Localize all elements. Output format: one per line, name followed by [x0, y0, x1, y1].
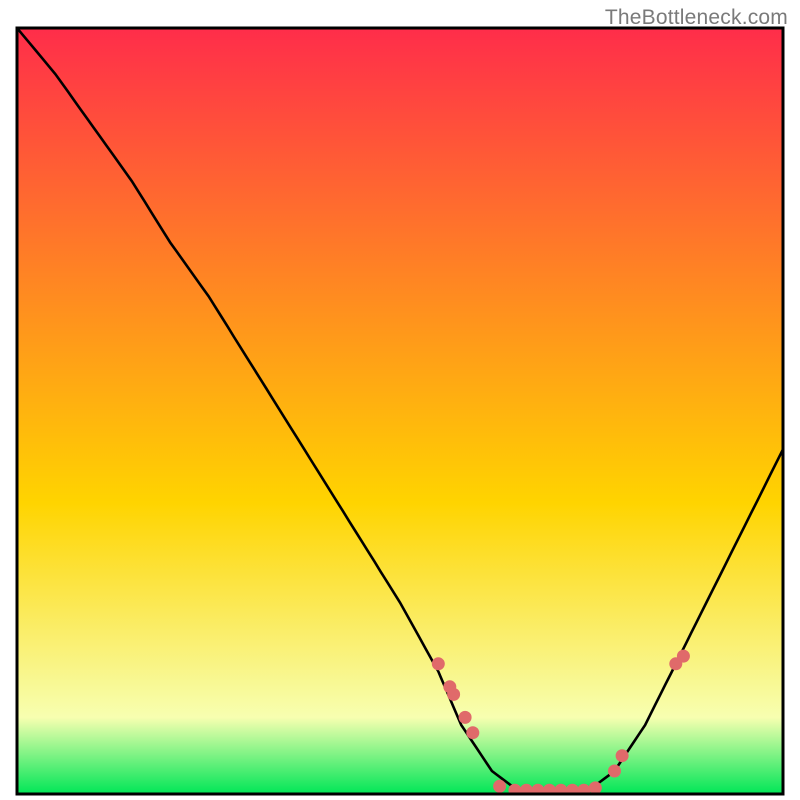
data-point — [677, 650, 690, 663]
data-point — [459, 711, 472, 724]
data-point — [493, 780, 506, 793]
data-point — [608, 765, 621, 778]
attribution-label: TheBottleneck.com — [605, 6, 788, 30]
data-point — [466, 726, 479, 739]
data-point — [432, 657, 445, 670]
bottleneck-chart — [0, 0, 800, 800]
data-point — [589, 781, 602, 794]
chart-container: TheBottleneck.com — [0, 0, 800, 800]
data-point — [447, 688, 460, 701]
data-point — [616, 749, 629, 762]
